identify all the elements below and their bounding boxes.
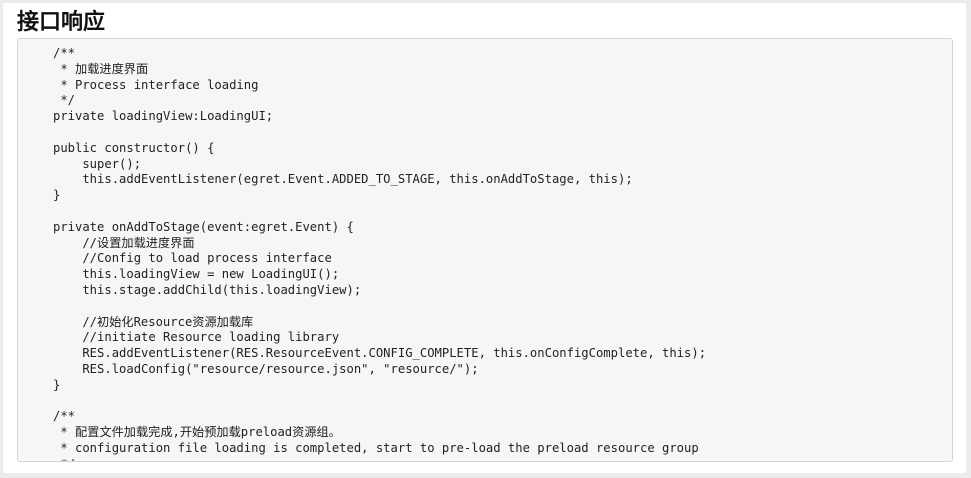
code-line: private onAddToStage(event:egret.Event) … xyxy=(53,219,354,234)
code-line: RES.addEventListener(RES.ResourceEvent.C… xyxy=(53,346,707,361)
code-line: //Config to load process interface xyxy=(53,251,332,266)
code-line: this.loadingView = new LoadingUI(); xyxy=(53,267,340,282)
code-line: } xyxy=(53,188,61,203)
code-line: * 配置文件加载完成,开始预加载preload资源组。 xyxy=(53,425,341,440)
code-content: /** * 加载进度界面 * Process interface loading… xyxy=(53,46,707,461)
code-line: //initiate Resource loading library xyxy=(53,330,340,345)
code-line: /** xyxy=(53,409,76,424)
code-line: /** xyxy=(53,46,76,60)
code-line: */ xyxy=(53,457,706,461)
code-line: this.addEventListener(egret.Event.ADDED_… xyxy=(53,172,633,187)
code-line: private loadingView:LoadingUI; xyxy=(53,109,274,124)
code-line: } xyxy=(53,377,61,392)
code-line: super(); xyxy=(53,156,142,171)
code-line: public constructor() { xyxy=(53,140,215,155)
code-line: RES.loadConfig("resource/resource.json",… xyxy=(53,361,479,376)
content-card: 接口响应 /** * 加载进度界面 * Process interface lo… xyxy=(3,3,966,473)
section-title: 接口响应 xyxy=(17,10,106,35)
code-line: * 加载进度界面 xyxy=(53,61,149,76)
code-block[interactable]: /** * 加载进度界面 * Process interface loading… xyxy=(17,38,953,462)
code-line: //初始化Resource资源加载库 xyxy=(53,314,254,329)
code-line: * Process interface loading xyxy=(53,77,259,92)
code-line: //设置加载进度界面 xyxy=(53,235,195,250)
code-line: */ xyxy=(53,93,76,108)
code-line: * configuration file loading is complete… xyxy=(53,440,699,455)
code-line: this.stage.addChild(this.loadingView); xyxy=(53,282,362,297)
